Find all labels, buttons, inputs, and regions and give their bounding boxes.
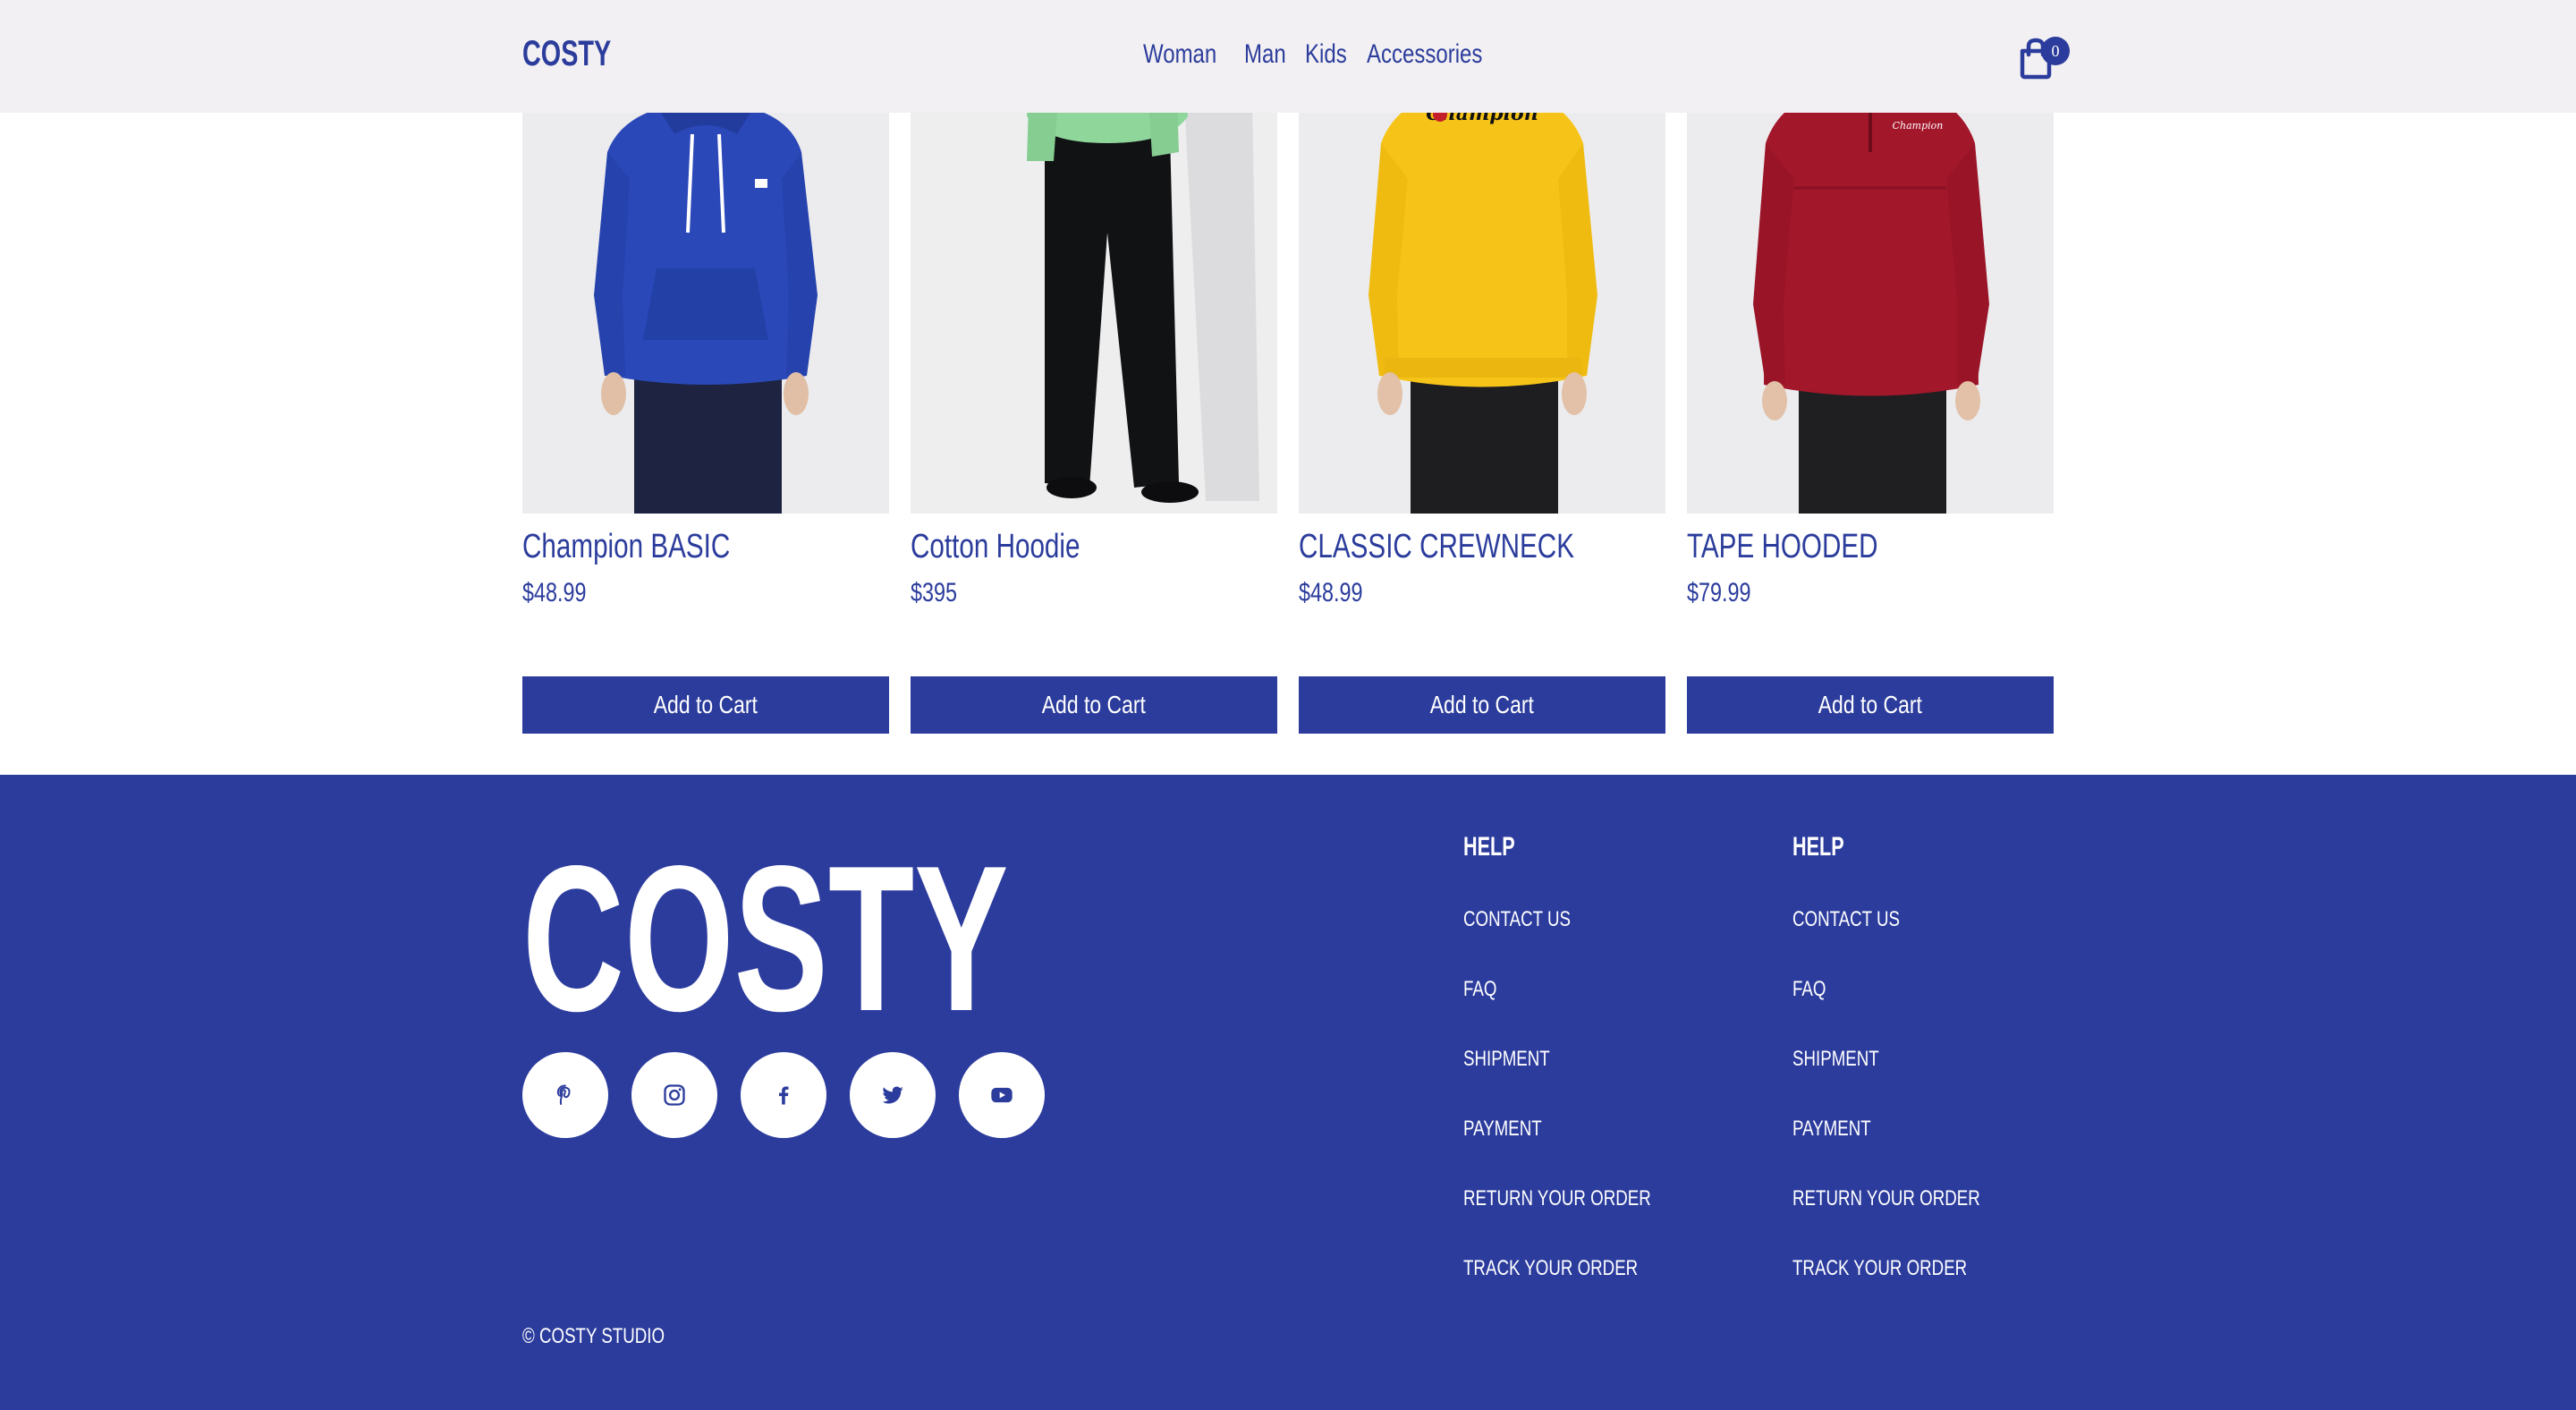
site-footer: COSTY HELP CONTACT US FAQ SHIPMENT PAYME…	[0, 775, 2576, 1410]
product-name[interactable]: Cotton Hoodie	[911, 528, 1080, 566]
svg-text:Champion: Champion	[1893, 120, 1944, 132]
help-links: CONTACT US FAQ SHIPMENT PAYMENT RETURN Y…	[1463, 907, 1704, 1326]
social-twitter-button[interactable]	[850, 1052, 936, 1138]
product-name[interactable]: CLASSIC CREWNECK	[1299, 528, 1574, 566]
nav-item-man[interactable]: Man	[1244, 39, 1286, 70]
product-price: $79.99	[1687, 578, 1751, 607]
instagram-icon	[664, 1084, 685, 1106]
pinterest-icon	[556, 1084, 571, 1106]
youtube-icon	[991, 1087, 1013, 1103]
footer-link-payment[interactable]: PAYMENT	[1792, 1117, 1980, 1186]
footer-link-payment[interactable]: PAYMENT	[1463, 1117, 1651, 1186]
social-links	[522, 1052, 1045, 1138]
twitter-icon	[882, 1086, 903, 1104]
add-to-cart-button[interactable]: Add to Cart	[1687, 676, 2054, 734]
help-column: HELP CONTACT US FAQ SHIPMENT PAYMENT RET…	[1463, 832, 1651, 1280]
nav-item-kids[interactable]: Kids	[1305, 39, 1347, 70]
add-to-cart-button[interactable]: Add to Cart	[1299, 676, 1665, 734]
footer-link-track-order[interactable]: TRACK YOUR ORDER	[1463, 1256, 1651, 1326]
site-logo[interactable]: COSTY	[522, 34, 611, 74]
facebook-icon	[778, 1086, 789, 1105]
cart-count-badge: 0	[2041, 37, 2070, 65]
product-price: $48.99	[522, 578, 587, 607]
social-youtube-button[interactable]	[959, 1052, 1045, 1138]
copyright-text: © COSTY STUDIO	[522, 1324, 665, 1348]
footer-link-return-order[interactable]: RETURN YOUR ORDER	[1792, 1186, 1980, 1256]
add-to-cart-label: Add to Cart	[1818, 691, 1923, 718]
help-links: CONTACT US FAQ SHIPMENT PAYMENT RETURN Y…	[1792, 907, 2033, 1326]
footer-link-faq[interactable]: FAQ	[1463, 977, 1651, 1047]
help-column-title: HELP	[1463, 832, 1515, 862]
product-price: $395	[911, 578, 958, 607]
footer-link-faq[interactable]: FAQ	[1792, 977, 1980, 1047]
social-facebook-button[interactable]	[741, 1052, 826, 1138]
add-to-cart-button[interactable]: Add to Cart	[522, 676, 889, 734]
footer-link-return-order[interactable]: RETURN YOUR ORDER	[1463, 1186, 1651, 1256]
footer-link-track-order[interactable]: TRACK YOUR ORDER	[1792, 1256, 1980, 1326]
add-to-cart-label: Add to Cart	[653, 691, 758, 718]
product-name[interactable]: Champion BASIC	[522, 528, 730, 566]
social-instagram-button[interactable]	[631, 1052, 717, 1138]
footer-link-contact-us[interactable]: CONTACT US	[1463, 907, 1651, 977]
help-column-title: HELP	[1792, 832, 1844, 862]
social-pinterest-button[interactable]	[522, 1052, 608, 1138]
product-price: $48.99	[1299, 578, 1363, 607]
footer-link-shipment[interactable]: SHIPMENT	[1463, 1047, 1651, 1117]
footer-link-shipment[interactable]: SHIPMENT	[1792, 1047, 1980, 1117]
add-to-cart-label: Add to Cart	[1429, 691, 1535, 718]
footer-link-contact-us[interactable]: CONTACT US	[1792, 907, 1980, 977]
nav-item-woman[interactable]: Woman	[1143, 39, 1216, 70]
add-to-cart-label: Add to Cart	[1041, 691, 1147, 718]
nav-item-accessories[interactable]: Accessories	[1367, 39, 1482, 70]
footer-logo: COSTY	[522, 823, 1009, 1055]
product-name[interactable]: TAPE HOODED	[1687, 528, 1878, 566]
help-column: HELP CONTACT US FAQ SHIPMENT PAYMENT RET…	[1792, 832, 1980, 1280]
add-to-cart-button[interactable]: Add to Cart	[911, 676, 1277, 734]
site-header: COSTY Woman Man Kids Accessories 0	[0, 0, 2576, 113]
main-nav: Woman Man Kids Accessories	[1143, 39, 1498, 70]
